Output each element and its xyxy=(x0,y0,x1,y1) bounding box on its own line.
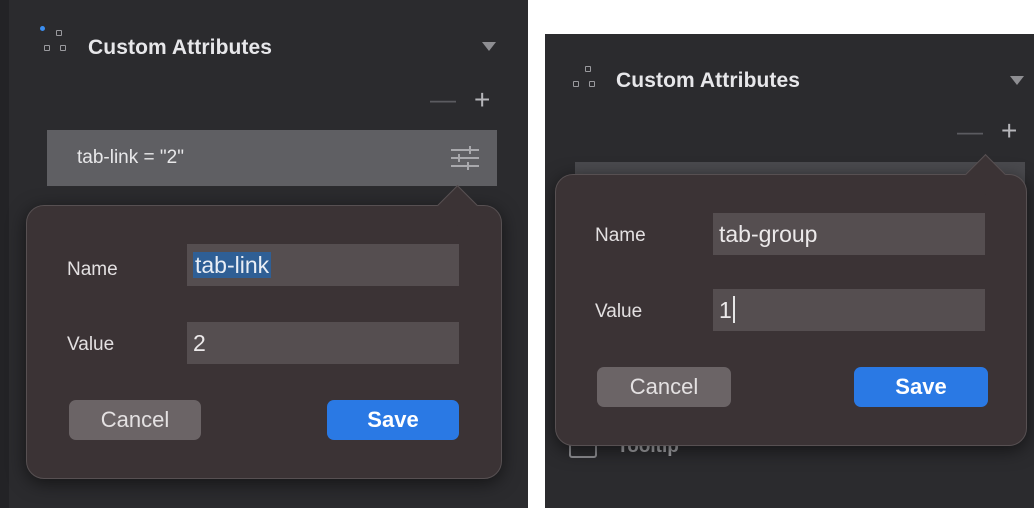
add-attribute-button[interactable]: + xyxy=(474,86,490,114)
name-field-value: tab-group xyxy=(719,221,818,247)
attribute-popover: Name tab-group Value 1 Cancel Save xyxy=(555,153,1027,446)
panel-edge xyxy=(0,0,9,508)
collapse-caret-icon[interactable] xyxy=(1010,76,1024,85)
custom-attributes-icon xyxy=(38,26,74,58)
name-label: Name xyxy=(595,225,646,246)
save-button[interactable]: Save xyxy=(854,367,988,407)
remove-attribute-button[interactable]: — xyxy=(430,86,456,112)
remove-attribute-button[interactable]: — xyxy=(957,118,983,144)
value-field[interactable]: 2 xyxy=(187,322,459,364)
value-field[interactable]: 1 xyxy=(713,289,985,331)
text-cursor xyxy=(732,296,735,323)
popover-arrow xyxy=(964,153,1007,196)
name-field[interactable]: tab-group xyxy=(713,213,985,255)
value-field-value: 1 xyxy=(719,297,732,323)
name-field[interactable]: tab-link xyxy=(187,244,459,286)
value-field-value: 2 xyxy=(193,330,206,356)
add-attribute-button[interactable]: + xyxy=(1001,117,1017,145)
name-field-value: tab-link xyxy=(193,252,272,278)
right-inspector-panel: Custom Attributes — + Tooltip Name tab-g… xyxy=(545,34,1034,508)
attribute-popover: Name tab-link Value 2 Cancel Save xyxy=(26,184,502,479)
value-label: Value xyxy=(595,301,643,322)
value-label: Value xyxy=(67,334,115,355)
custom-attributes-icon xyxy=(571,64,607,96)
edit-attribute-icon[interactable] xyxy=(451,146,479,170)
collapse-caret-icon[interactable] xyxy=(482,42,496,51)
cancel-button[interactable]: Cancel xyxy=(597,367,731,407)
popover-arrow xyxy=(436,184,479,227)
left-inspector-panel: Custom Attributes — + tab-link = "2" Nam… xyxy=(0,0,528,508)
attribute-row-text: tab-link = "2" xyxy=(77,147,184,168)
attribute-row[interactable]: tab-link = "2" xyxy=(47,130,497,186)
section-title: Custom Attributes xyxy=(88,36,273,59)
cancel-button[interactable]: Cancel xyxy=(69,400,201,440)
name-label: Name xyxy=(67,259,118,280)
save-button[interactable]: Save xyxy=(327,400,459,440)
section-title: Custom Attributes xyxy=(616,69,801,92)
